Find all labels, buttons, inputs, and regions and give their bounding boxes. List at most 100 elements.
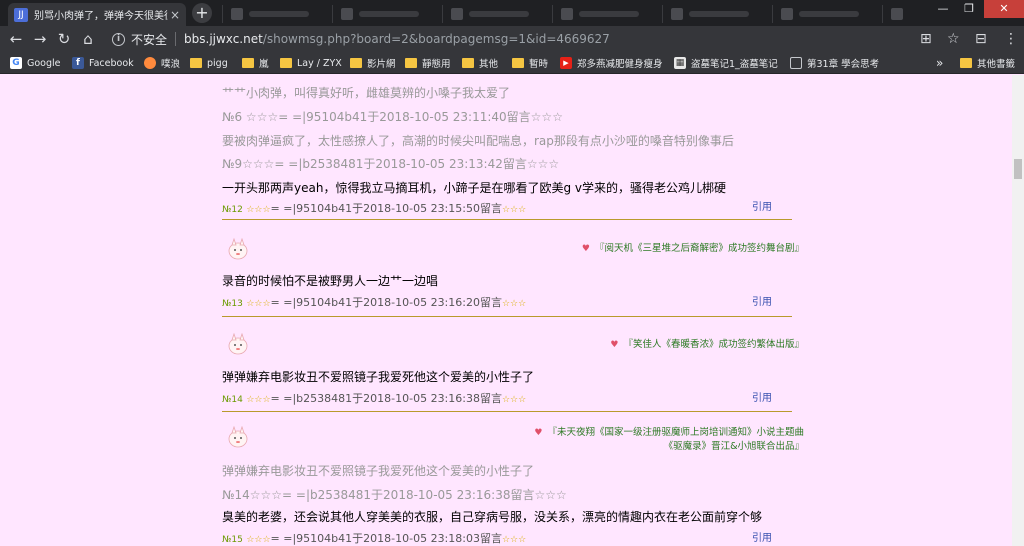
bookmark-youtube[interactable]: ▶ 郑多燕减肥健身瘦身	[560, 55, 664, 71]
scrollbar-thumb[interactable]	[1014, 159, 1022, 179]
youtube-icon: ▶	[560, 57, 572, 69]
post-stars: ☆☆☆	[246, 205, 271, 215]
tab-strip: JJ 别骂小肉弹了，弹弹今天很美很棒 × + — ❐ ✕	[0, 0, 1024, 26]
back-arrow-icon[interactable]: ←	[4, 30, 28, 48]
bookmark-folder[interactable]: pigg	[190, 55, 228, 71]
quoted-text: 弹弹嫌弃电影妆丑不爱照镜子我爱死他这个爱美的小性子了	[222, 464, 535, 478]
heart-icon: ♥	[581, 244, 590, 254]
minimize-window-button[interactable]: —	[930, 0, 956, 18]
home-icon[interactable]: ⌂	[76, 30, 100, 48]
post-number: №14	[222, 395, 243, 405]
info-icon[interactable]: i	[112, 32, 125, 46]
bookmark-folder[interactable]: 其他	[462, 55, 498, 71]
bookmark-folder[interactable]: 靜態用	[405, 55, 451, 71]
extension-icon[interactable]: ⊟	[975, 31, 987, 47]
post-meta: №14 ☆☆☆= =|b2538481于2018-10-05 23:16:38留…	[222, 392, 527, 405]
folder-icon	[280, 58, 292, 68]
browser-tab[interactable]	[552, 5, 662, 23]
browser-tab[interactable]	[222, 5, 332, 23]
post-stars: ☆☆☆	[246, 535, 271, 545]
folder-icon	[512, 58, 524, 68]
quoted-text: 要被肉弹逼疯了，太性感撩人了，高潮的时候尖叫配喘息，rap那段有点小沙哑的嗓音特…	[222, 134, 734, 148]
tab-favicon-icon	[231, 8, 243, 20]
quoted-text: 艹艹小肉弹，叫得真好听，雌雄莫辨的小嗓子我太爱了	[222, 86, 511, 100]
facebook-icon: f	[72, 57, 84, 69]
post-stars: ☆☆☆	[501, 535, 527, 545]
post-timestamp: 2018-10-05 23:18:03留言	[363, 532, 502, 545]
browser-tab-active[interactable]: JJ 别骂小肉弹了，弹弹今天很美很棒 ×	[8, 3, 186, 26]
tab-title: 别骂小肉弹了，弹弹今天很美很棒	[34, 11, 168, 22]
browser-tab[interactable]	[662, 5, 772, 23]
tab-favicon-icon	[891, 8, 903, 20]
avatar-icon	[228, 332, 248, 355]
forward-arrow-icon[interactable]: →	[28, 30, 52, 48]
post-meta: №15 ☆☆☆= =|95104b41于2018-10-05 23:18:03留…	[222, 532, 527, 545]
folder-icon	[350, 58, 362, 68]
address-bar[interactable]: i 不安全 bbs.jjwxc.net/showmsg.php?board=2&…	[104, 29, 914, 49]
bookmark-folder[interactable]: 暫時	[512, 55, 548, 71]
close-tab-icon[interactable]: ×	[170, 8, 180, 22]
maximize-window-button[interactable]: ❐	[956, 0, 982, 18]
post-number: №13	[222, 299, 243, 309]
bookmark-site[interactable]: ▦ 盗墓笔记1_盗墓笔记	[674, 55, 780, 71]
folder-icon	[960, 58, 972, 68]
post-divider	[222, 316, 792, 317]
bookmarks-overflow-button[interactable]: »	[936, 55, 943, 71]
bookmark-folder[interactable]: 嵐	[242, 55, 269, 71]
reload-icon[interactable]: ↻	[52, 30, 76, 48]
new-tab-button[interactable]: +	[192, 3, 212, 23]
tab-favicon-icon	[781, 8, 793, 20]
bookmark-page[interactable]: 第31章 學会思考	[790, 55, 879, 71]
post-number: №15	[222, 535, 243, 545]
browser-tab[interactable]	[442, 5, 552, 23]
quote-reply-link[interactable]: 引用	[752, 293, 772, 308]
bookmark-folder[interactable]: Lay / ZYX	[280, 55, 342, 71]
quote-reply-link[interactable]: 引用	[752, 389, 772, 404]
translate-icon[interactable]: ⊞	[920, 31, 932, 47]
post-text: 弹弹嫌弃电影妆丑不爱照镜子我爱死他这个爱美的小性子了	[222, 370, 535, 384]
post-timestamp: 2018-10-05 23:16:20留言	[363, 296, 502, 309]
bookmark-star-icon[interactable]: ☆	[947, 31, 960, 47]
post-timestamp: 2018-10-05 23:16:38留言	[363, 392, 502, 405]
folder-icon	[462, 58, 474, 68]
bookmark-google[interactable]: G Google	[10, 55, 61, 71]
browser-tab[interactable]	[332, 5, 442, 23]
post-number: №12	[222, 205, 243, 215]
page-scrollbar[interactable]	[1012, 75, 1024, 546]
tab-favicon-icon	[671, 8, 683, 20]
post-stars: ☆☆☆	[246, 395, 271, 405]
site-icon: ▦	[674, 57, 686, 69]
post-stars: ☆☆☆	[501, 205, 527, 215]
url-path[interactable]: /showmsg.php?board=2&boardpagemsg=1&id=4…	[263, 32, 610, 46]
quote-reply-link[interactable]: 引用	[752, 198, 772, 213]
close-window-button[interactable]: ✕	[984, 0, 1024, 18]
bookmark-facebook[interactable]: f Facebook	[72, 55, 134, 71]
post-author: = =|95104b41	[270, 296, 353, 309]
bookmark-folder[interactable]: 影片網	[350, 55, 396, 71]
bookmark-other-folder[interactable]: 其他書籤	[960, 55, 1015, 71]
bookmarks-bar: G Google f Facebook 噗浪 pigg 嵐 Lay / ZYX 影片…	[0, 52, 1024, 74]
heart-icon: ♥	[534, 428, 543, 438]
post-text: 录音的时候怕不是被野男人一边艹一边唱	[222, 274, 439, 288]
folder-icon	[242, 58, 254, 68]
url-host[interactable]: bbs.jjwxc.net	[184, 32, 263, 46]
avatar-icon	[228, 237, 248, 260]
menu-dots-icon[interactable]: ⋮	[1004, 31, 1018, 47]
post-text: 臭美的老婆，还会说其他人穿美美的衣服，自己穿病号服，没关系，漂亮的情趣内衣在老公…	[222, 510, 763, 524]
post-author: = =|95104b41	[270, 202, 353, 215]
tab-favicon-icon	[561, 8, 573, 20]
plurk-icon	[144, 57, 156, 69]
user-signature: ♥ 『笑佳人《春暖香浓》成功签约繁体出版』	[610, 339, 804, 350]
quote-reply-link[interactable]: 引用	[752, 529, 772, 544]
browser-tab[interactable]	[882, 5, 912, 23]
bookmark-plurk[interactable]: 噗浪	[144, 55, 180, 71]
browser-toolbar: ← → ↻ ⌂ i 不安全 bbs.jjwxc.net/showmsg.php?…	[0, 26, 1024, 52]
tab-favicon-icon	[451, 8, 463, 20]
post-stars: ☆☆☆	[501, 395, 527, 405]
post-text: 一开头那两声yeah，惊得我立马摘耳机，小蹄子是在哪看了欧美g v学来的，骚得老…	[222, 181, 726, 195]
not-secure-label[interactable]: 不安全	[131, 31, 167, 48]
browser-tab[interactable]	[772, 5, 882, 23]
user-signature: ♥ 『阅天机《三星堆之后裔解密》成功签约舞台剧』	[581, 243, 804, 254]
heart-icon: ♥	[610, 340, 619, 350]
user-signature: ♥ 『未天夜翔《国家一级注册驱魔师上岗培训通知》小说主题曲 《驱魔录》晋江&小旭联合…	[534, 427, 804, 452]
